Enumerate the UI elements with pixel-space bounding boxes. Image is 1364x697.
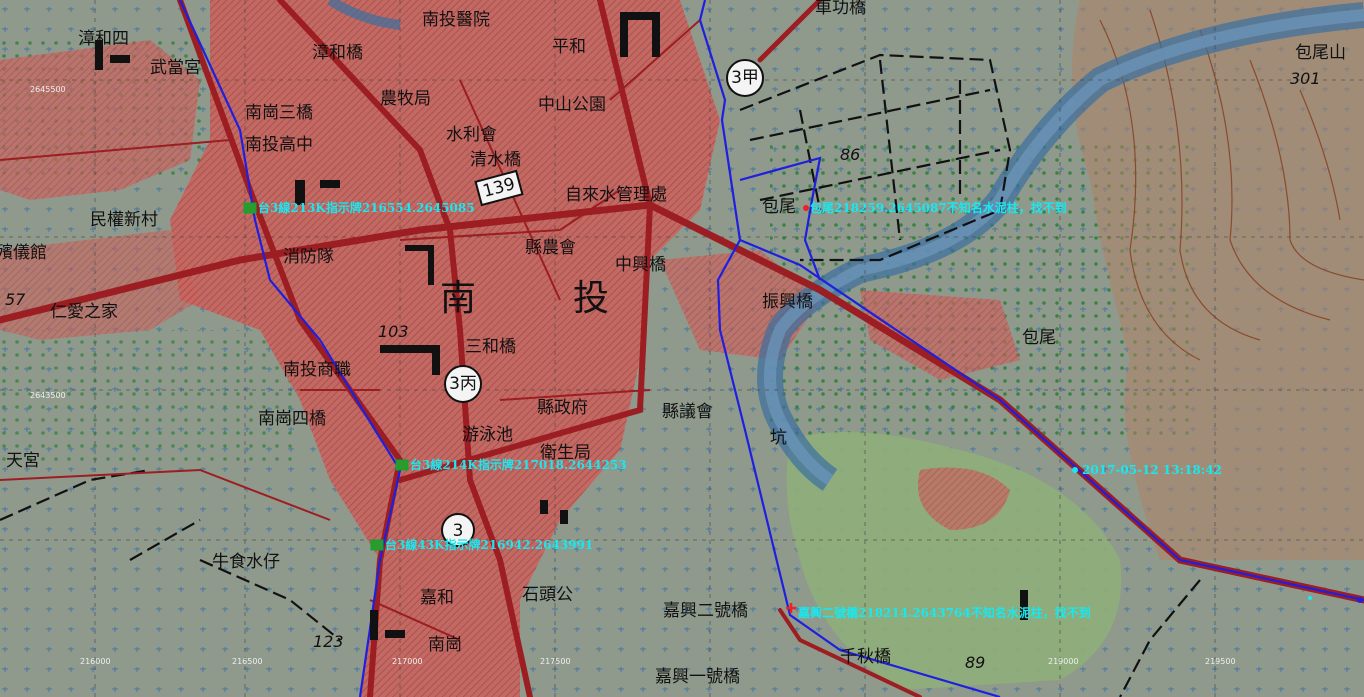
waypoint-pin-icon: [803, 205, 809, 211]
label-zhanghe-bridge: 漳和橋: [312, 43, 363, 63]
waypoint-timestamp[interactable]: 2017-05-12 13:18:42: [1072, 463, 1222, 477]
label-niushi: 牛食水仔: [212, 552, 280, 572]
label-nantou-high: 南投高中: [245, 135, 313, 155]
waypoint-baowei[interactable]: 包尾218259.2645087不知名水泥柱，找不到: [803, 200, 1067, 215]
label-tou: 投: [573, 278, 609, 319]
label-nantou-hospital: 南投醫院: [422, 10, 490, 30]
elevation-57: 57: [5, 290, 26, 309]
label-qianqiu-bridge: 千秋橋: [840, 647, 891, 667]
topographic-map[interactable]: 3甲 139 3丙 3 南投醫院 漳和四 漳和橋 平和 車功橋 武當宮 南崗三橋…: [0, 0, 1364, 697]
svg-text:2017-05-12 13:18:42: 2017-05-12 13:18:42: [1082, 463, 1222, 477]
label-jiaxing1-bridge: 嘉興一號橋: [655, 667, 740, 687]
svg-text:216000: 216000: [80, 657, 111, 666]
waypoint-jiaxing2[interactable]: 嘉興二號橋218214.2643764不知名水泥柱，找不到: [786, 603, 1091, 620]
map-canvas[interactable]: 3甲 139 3丙 3 南投醫院 漳和四 漳和橋 平和 車功橋 武當宮 南崗三橋…: [0, 0, 1364, 697]
label-minquan: 民權新村: [90, 210, 158, 230]
svg-text:台3線213K指示牌216554.2645085: 台3線213K指示牌216554.2645085: [258, 200, 475, 215]
label-nan: 南: [440, 278, 476, 319]
label-zhongshan-park: 中山公園: [538, 95, 606, 115]
elevation-301: 301: [1290, 69, 1321, 88]
road-shield-3bing: 3丙: [444, 365, 482, 403]
label-water-assoc: 水利會: [446, 125, 497, 145]
label-county-farm: 縣農會: [525, 238, 576, 258]
label-pinghe: 平和: [552, 37, 586, 57]
svg-text:219500: 219500: [1205, 657, 1236, 666]
label-wudang-temple: 武當宮: [150, 58, 201, 78]
label-tiangong: 天宮: [6, 451, 40, 471]
label-qingshui-bridge: 清水橋: [470, 150, 521, 170]
waypoint-213k[interactable]: 台3線213K指示牌216554.2645085: [243, 200, 475, 215]
svg-text:3丙: 3丙: [449, 374, 477, 394]
waypoint-214k[interactable]: 台3線214K指示牌217018.2644253: [395, 457, 627, 472]
waypoint-marker-icon: [370, 539, 384, 551]
label-nangang-bridge4: 南崗四橋: [258, 409, 326, 429]
svg-text:217500: 217500: [540, 657, 571, 666]
label-ceremony-hall: 殯儀館: [0, 243, 47, 263]
waypoint-marker-icon: [243, 202, 257, 214]
svg-text:包尾218259.2645087不知名水泥柱，找不到: 包尾218259.2645087不知名水泥柱，找不到: [809, 200, 1067, 215]
svg-text:2645500: 2645500: [30, 85, 66, 94]
road-shield-3jia: 3甲: [726, 59, 764, 97]
label-zhenxing-bridge: 振興橋: [762, 292, 813, 312]
label-jiaxing2-bridge: 嘉興二號橋: [663, 601, 748, 621]
elevation-86: 86: [840, 145, 860, 164]
elevation-123: 123: [313, 632, 344, 651]
svg-text:嘉興二號橋218214.2643764不知名水泥柱，找不到: 嘉興二號橋218214.2643764不知名水泥柱，找不到: [797, 605, 1091, 620]
label-baowei-mountain: 包尾山: [1295, 43, 1346, 63]
label-renai: 仁愛之家: [50, 302, 118, 322]
label-zhongxing-bridge: 中興橋: [615, 255, 666, 275]
label-nangang-bridge3: 南崗三橋: [245, 103, 313, 123]
svg-text:台3線214K指示牌217018.2644253: 台3線214K指示牌217018.2644253: [410, 457, 627, 472]
label-keng: 坑: [770, 428, 787, 448]
label-baowei-1: 包尾: [762, 197, 796, 217]
svg-text:217000: 217000: [392, 657, 423, 666]
label-shitougong: 石頭公: [522, 585, 573, 605]
svg-text:216500: 216500: [232, 657, 263, 666]
elevation-103: 103: [378, 322, 409, 341]
label-pool: 游泳池: [462, 425, 513, 445]
label-zhanghe-east: 漳和四: [78, 29, 129, 49]
label-jiahe: 嘉和: [420, 588, 454, 608]
elevation-89: 89: [965, 653, 985, 672]
label-nongmu: 農牧局: [380, 89, 431, 109]
label-nantou-voc: 南投商職: [283, 360, 351, 380]
svg-text:3甲: 3甲: [731, 68, 759, 88]
svg-text:2643500: 2643500: [30, 391, 66, 400]
label-baowei-2: 包尾: [1022, 328, 1056, 348]
label-county-gov: 縣政府: [537, 398, 588, 418]
label-fire-brigade: 消防隊: [283, 247, 334, 267]
label-nangang: 南崗: [428, 635, 462, 655]
label-sanhe-bridge: 三和橋: [465, 337, 516, 357]
label-county-council: 縣議會: [662, 402, 713, 422]
svg-text:219000: 219000: [1048, 657, 1079, 666]
label-water-admin: 自來水管理處: [565, 185, 667, 205]
track-point-icon: [1072, 467, 1078, 473]
svg-text:台3線43K指示牌216942.2643991: 台3線43K指示牌216942.2643991: [385, 537, 593, 552]
waypoint-43k[interactable]: 台3線43K指示牌216942.2643991: [370, 537, 593, 552]
waypoint-marker-icon: [395, 459, 409, 471]
label-chegong-bridge: 車功橋: [815, 0, 866, 18]
